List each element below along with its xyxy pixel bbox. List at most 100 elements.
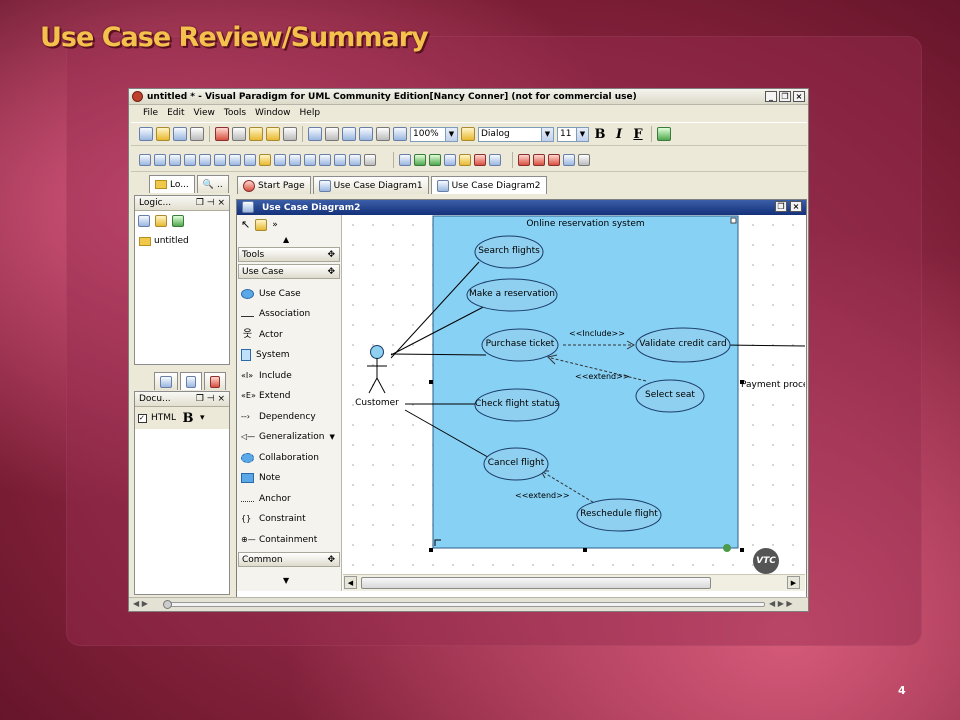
model-icon[interactable] xyxy=(399,153,411,166)
tab-use-case-diagram2[interactable]: Use Case Diagram2 xyxy=(430,176,547,194)
object-diagram-icon[interactable] xyxy=(274,153,286,166)
edit-icon[interactable] xyxy=(548,153,560,166)
redo-icon[interactable] xyxy=(283,127,297,141)
notes-icon[interactable] xyxy=(563,153,575,166)
media-controls-icon[interactable]: ◀ ▶ xyxy=(133,599,148,608)
requirement-diagram-icon[interactable] xyxy=(364,153,376,166)
lock-icon[interactable] xyxy=(255,218,268,231)
component-diagram-icon[interactable] xyxy=(229,153,241,166)
zoom-out-icon[interactable] xyxy=(359,127,373,141)
scroll-left-icon[interactable]: ◀ xyxy=(344,576,357,589)
menu-help[interactable]: Help xyxy=(300,108,321,118)
zoom-select[interactable]: 100% ▼ xyxy=(410,126,458,142)
menu-window[interactable]: Window xyxy=(255,108,291,118)
cut-icon[interactable] xyxy=(215,127,229,141)
sync-icon[interactable] xyxy=(489,153,501,166)
chevron-down-icon[interactable]: ▾ xyxy=(200,413,205,423)
tree-new-icon[interactable] xyxy=(138,215,150,227)
font-name-select[interactable]: Dialog ▼ xyxy=(478,126,554,142)
scroll-down-icon[interactable]: ▼ xyxy=(283,576,289,585)
panel-controls-icon[interactable]: ❐ ⊣ × xyxy=(196,198,225,208)
palette-section-common[interactable]: Common ✥ xyxy=(238,552,340,567)
properties-icon[interactable] xyxy=(578,153,590,166)
interaction-diagram-icon[interactable] xyxy=(319,153,331,166)
paste-icon[interactable] xyxy=(249,127,263,141)
palette-section-tools[interactable]: Tools ✥ xyxy=(238,247,340,262)
save-icon[interactable] xyxy=(173,127,187,141)
menu-edit[interactable]: Edit xyxy=(167,108,184,118)
textual-analysis-icon[interactable] xyxy=(334,153,346,166)
crc-card-icon[interactable] xyxy=(349,153,361,166)
minimize-button[interactable]: _ xyxy=(765,91,777,102)
selection-handle[interactable] xyxy=(429,380,433,384)
tab-search[interactable]: 🔍.. xyxy=(196,175,229,193)
tab-model[interactable] xyxy=(180,372,202,390)
selection-handle[interactable] xyxy=(740,548,744,552)
package-diagram-icon[interactable] xyxy=(259,153,271,166)
palette-item-containment[interactable]: ⊕— Containment xyxy=(241,531,317,549)
zoom-fit-icon[interactable] xyxy=(376,127,390,141)
activity-diagram-icon[interactable] xyxy=(214,153,226,166)
grid-icon[interactable] xyxy=(325,127,339,141)
selection-handle[interactable] xyxy=(429,548,433,552)
palette-section-use-case[interactable]: Use Case ✥ xyxy=(238,264,340,279)
layout-icon[interactable] xyxy=(308,127,322,141)
palette-item-anchor[interactable]: Anchor xyxy=(241,490,291,508)
collaboration-diagram-icon[interactable] xyxy=(184,153,196,166)
doc-bold-button[interactable]: B xyxy=(180,411,196,426)
print-icon[interactable] xyxy=(190,127,204,141)
close-button[interactable]: × xyxy=(793,91,805,102)
progress-handle[interactable] xyxy=(163,600,172,609)
diagram-close-button[interactable]: × xyxy=(790,201,802,212)
check-icon[interactable] xyxy=(518,153,530,166)
tree-item[interactable]: untitled xyxy=(139,236,189,246)
font-color-button[interactable]: F xyxy=(630,127,646,142)
generate-code-icon[interactable] xyxy=(459,153,471,166)
composite-diagram-icon[interactable] xyxy=(289,153,301,166)
chevron-down-icon[interactable]: » xyxy=(272,220,278,230)
palette-item-include[interactable]: «I» Include xyxy=(241,367,292,385)
selection-handle[interactable] xyxy=(583,548,587,552)
report-icon[interactable] xyxy=(444,153,456,166)
palette-item-generalization[interactable]: ◁— Generalization ▼ xyxy=(241,428,335,446)
tab-start-page[interactable]: Start Page xyxy=(237,176,311,194)
html-checkbox[interactable]: ✓ xyxy=(138,413,147,423)
diagram-canvas[interactable]: Online reservation system Customer Searc… xyxy=(343,215,805,575)
palette-item-note[interactable]: Note xyxy=(241,469,280,487)
reverse-code-icon[interactable] xyxy=(474,153,486,166)
open-icon[interactable] xyxy=(156,127,170,141)
class-diagram-icon[interactable] xyxy=(139,153,151,166)
format-painter-icon[interactable] xyxy=(461,127,475,141)
media-end-controls-icon[interactable]: ◀ ▶ ▶ xyxy=(769,599,793,608)
connector-icon[interactable] xyxy=(723,544,731,552)
scroll-right-icon[interactable]: ▶ xyxy=(787,576,800,589)
menu-tools[interactable]: Tools xyxy=(224,108,246,118)
state-diagram-icon[interactable] xyxy=(199,153,211,166)
pointer-icon[interactable]: ↖ xyxy=(241,218,250,231)
palette-item-actor[interactable]: 웃 Actor xyxy=(241,326,283,344)
palette-item-constraint[interactable]: {} Constraint xyxy=(241,510,306,528)
chevron-down-icon[interactable]: ▼ xyxy=(329,433,334,441)
zoom-reset-icon[interactable] xyxy=(393,127,407,141)
palette-item-extend[interactable]: «E» Extend xyxy=(241,387,291,405)
menu-file[interactable]: File xyxy=(143,108,158,118)
copy-icon[interactable] xyxy=(232,127,246,141)
font-size-select[interactable]: 11 ▼ xyxy=(557,126,589,142)
export-icon[interactable] xyxy=(657,127,671,141)
system-boundary[interactable] xyxy=(432,215,739,549)
palette-item-dependency[interactable]: --› Dependency xyxy=(241,408,316,426)
tab-properties[interactable] xyxy=(154,372,178,390)
scroll-up-icon[interactable]: ▲ xyxy=(283,235,289,244)
diagram-restore-button[interactable]: ❐ xyxy=(775,201,787,212)
tab-use-case-diagram1[interactable]: Use Case Diagram1 xyxy=(312,176,429,194)
menu-view[interactable]: View xyxy=(194,108,215,118)
panel-controls-icon[interactable]: ❐ ⊣ × xyxy=(196,394,225,404)
tab-documentation[interactable] xyxy=(204,372,226,390)
new-icon[interactable] xyxy=(139,127,153,141)
palette-item-collaboration[interactable]: Collaboration xyxy=(241,449,319,467)
sequence-diagram-icon[interactable] xyxy=(169,153,181,166)
palette-item-system[interactable]: System xyxy=(241,346,290,364)
refresh-icon[interactable] xyxy=(155,215,167,227)
palette-item-association[interactable]: Association xyxy=(241,305,310,323)
timing-diagram-icon[interactable] xyxy=(304,153,316,166)
